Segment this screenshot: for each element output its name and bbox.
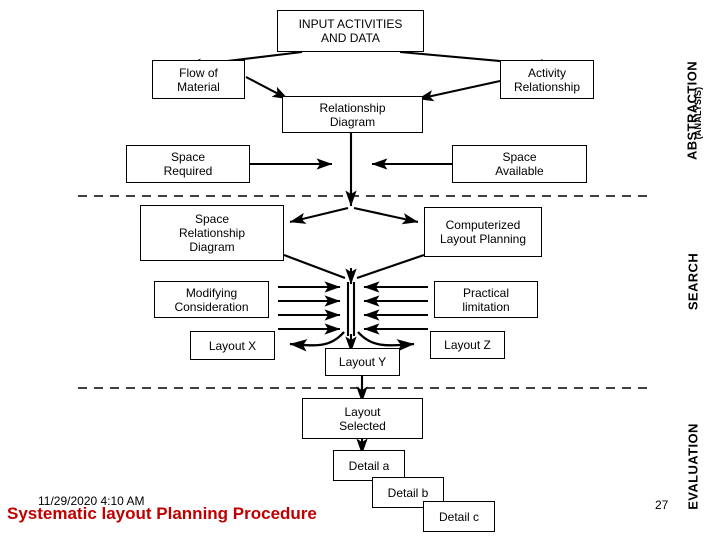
node-flow-of-material[interactable]: Flow of Material	[152, 60, 245, 99]
node-layout-selected[interactable]: Layout Selected	[302, 398, 423, 439]
phase-label-search: SEARCH	[685, 252, 701, 311]
node-space-required[interactable]: Space Required	[126, 145, 250, 183]
node-modifying-consideration[interactable]: Modifying Consideration	[154, 281, 269, 318]
node-relationship-diagram[interactable]: Relationship Diagram	[282, 96, 423, 133]
arrow-spine-to-layout-x	[289, 331, 345, 352]
node-activity-relationship[interactable]: Activity Relationship	[500, 60, 594, 99]
node-layout-y[interactable]: Layout Y	[325, 348, 400, 376]
node-layout-x[interactable]: Layout X	[190, 331, 275, 360]
node-practical-limitation[interactable]: Practical limitation	[434, 281, 538, 318]
page-number: 27	[655, 498, 669, 512]
node-layout-z[interactable]: Layout Z	[430, 331, 505, 359]
footer-title: Systematic layout Planning Procedure	[7, 504, 317, 523]
arrows-modifying-consideration-to-spine	[278, 281, 341, 335]
node-input-activities-and-data[interactable]: INPUT ACTIVITIES AND DATA	[277, 10, 424, 52]
node-computerized-layout-planning[interactable]: Computerized Layout Planning	[424, 207, 542, 257]
arrow-spine-to-layout-z	[357, 331, 415, 352]
merge-computerized-layout-planning	[356, 254, 425, 279]
arrow-spine-to-space-relationship-diagram	[289, 206, 349, 224]
merge-space-relationship-diagram	[283, 254, 346, 279]
node-space-relationship-diagram[interactable]: Space Relationship Diagram	[140, 205, 284, 261]
arrow-activity-to-relationship-diagram	[417, 79, 501, 102]
node-detail-c[interactable]: Detail c	[423, 501, 495, 532]
node-space-available[interactable]: Space Available	[452, 145, 587, 183]
phase-sublabel-analysis: (ANALYSIS)	[693, 86, 703, 140]
phase-label-evaluation: EVALUATION	[685, 423, 701, 510]
slide-canvas: INPUT ACTIVITIES AND DATA Flow of Materi…	[0, 0, 720, 540]
arrow-spine-to-computerized-layout-planning	[353, 206, 419, 225]
center-spine-lower	[346, 282, 356, 336]
arrows-practical-limitation-to-spine	[363, 281, 428, 335]
